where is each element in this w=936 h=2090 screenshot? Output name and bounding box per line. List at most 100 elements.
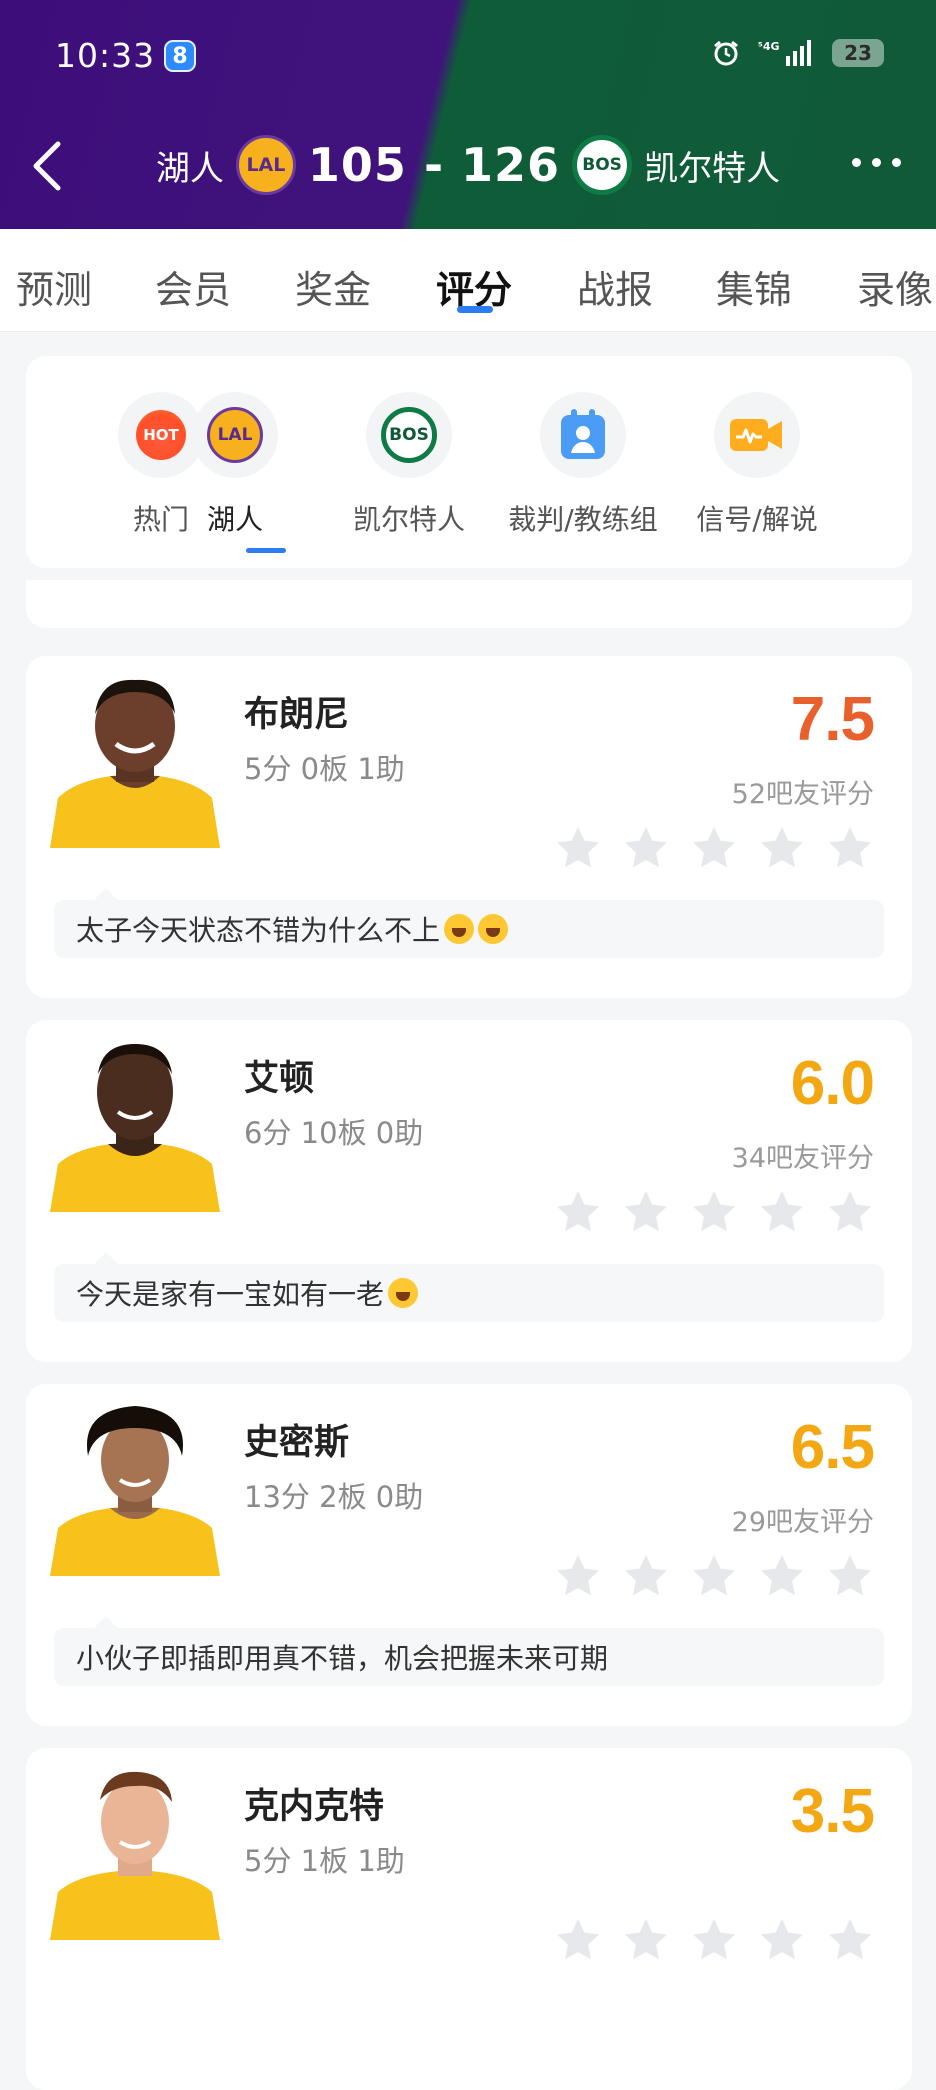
player-photo (50, 1044, 220, 1212)
star-icon[interactable] (622, 1552, 670, 1600)
alarm-icon (714, 40, 738, 66)
collapsed-card (26, 580, 912, 628)
star-icon[interactable] (826, 824, 874, 872)
player-rating: 6.0 (790, 1049, 875, 1118)
subnav-label: 湖人 (206, 503, 263, 536)
star-icon[interactable] (826, 1916, 874, 1964)
player-avatar (50, 1770, 220, 1940)
star-icon[interactable] (758, 1916, 806, 1964)
star-icon[interactable] (554, 824, 602, 872)
star-icon[interactable] (622, 824, 670, 872)
more-dot-icon (892, 157, 901, 167)
team-filter-bar: HOT 热门 LAL 湖人 BOS 凯尔特人 裁判/教练组 信号/解说 (26, 356, 912, 568)
player-name: 史密斯 (244, 1423, 350, 1463)
star-rating-input[interactable] (554, 824, 874, 872)
player-avatar (50, 1042, 220, 1212)
top-comment: 太子今天状态不错为什么不上 (54, 888, 884, 958)
player-photo (50, 679, 220, 848)
more-options-button[interactable] (852, 150, 908, 174)
signal-icon: ⁵4G (758, 40, 811, 66)
star-icon[interactable] (622, 1916, 670, 1964)
star-icon[interactable] (758, 1188, 806, 1236)
crying-emoji-icon (444, 914, 475, 944)
player-name: 艾顿 (244, 1059, 315, 1099)
player-rating-card[interactable]: 布朗尼 5分 0板 1助 7.5 52吧友评分 太子今天状态不错为什么不上 (26, 656, 912, 998)
star-icon[interactable] (826, 1552, 874, 1600)
star-icon[interactable] (622, 1188, 670, 1236)
player-rating: 6.5 (790, 1413, 875, 1482)
tab-replay[interactable]: 录像 (857, 259, 933, 314)
tab-report[interactable]: 战报 (577, 259, 653, 314)
lakers-logo: LAL (235, 135, 296, 195)
star-icon[interactable] (690, 1552, 738, 1600)
star-icon[interactable] (690, 1916, 738, 1964)
player-avatar (50, 678, 220, 848)
star-icon[interactable] (758, 824, 806, 872)
scoreboard: 湖人 LAL 105 - 126 BOS 凯尔特人 (0, 128, 936, 202)
player-rating-card[interactable]: 克内克特 5分 1板 1助 3.5 (26, 1748, 912, 2090)
tab-membership[interactable]: 会员 (155, 259, 231, 314)
celtics-logo: BOS (572, 135, 633, 195)
game-header: 10:33 8 ⁵4G 23 湖人 LAL 105 - 126 BOS 凯尔特人 (0, 0, 936, 229)
star-icon[interactable] (826, 1188, 874, 1236)
comment-text: 今天是家有一宝如有一老 (76, 1278, 385, 1311)
comment-text: 太子今天状态不错为什么不上 (76, 914, 441, 947)
star-rating-input[interactable] (554, 1552, 874, 1600)
celtics-icon-wrap: BOS (366, 392, 452, 478)
player-stats: 5分 1板 1助 (244, 1844, 405, 1878)
top-comment: 小伙子即插即用真不错，机会把握未来可期 (54, 1616, 884, 1686)
tab-bar: 预测 会员 奖金 评分 战报 集锦 录像 (0, 229, 936, 332)
star-icon[interactable] (554, 1552, 602, 1600)
subnav-lakers[interactable]: LAL 湖人 (150, 392, 320, 542)
status-time: 10:33 (55, 36, 156, 75)
subnav-signal[interactable]: 信号/解说 (672, 392, 842, 542)
player-photo (50, 1771, 220, 1940)
player-name: 布朗尼 (244, 695, 350, 735)
tab-prediction[interactable]: 预测 (16, 259, 92, 314)
battery-indicator: 23 (832, 39, 884, 67)
lakers-icon-wrap: LAL (192, 392, 278, 478)
active-subnav-indicator (246, 548, 286, 553)
notification-badge: 8 (164, 40, 196, 72)
player-name: 克内克特 (244, 1787, 385, 1827)
star-rating-input[interactable] (554, 1916, 874, 1964)
comment-text: 小伙子即插即用真不错，机会把握未来可期 (76, 1642, 609, 1675)
referee-icon-wrap (540, 392, 626, 478)
crying-emoji-icon (388, 1278, 419, 1308)
svg-text:⁵4G: ⁵4G (758, 40, 780, 53)
star-rating-input[interactable] (554, 1188, 874, 1236)
game-score: 105 - 126 (307, 138, 561, 192)
video-icon-wrap (714, 392, 800, 478)
subnav-referee[interactable]: 裁判/教练组 (498, 392, 668, 542)
home-team-name: 湖人 (155, 148, 224, 189)
subnav-label: 裁判/教练组 (508, 503, 658, 536)
top-comment: 今天是家有一宝如有一老 (54, 1252, 884, 1322)
more-dot-icon (872, 157, 881, 167)
video-icon (730, 419, 782, 451)
star-icon[interactable] (690, 1188, 738, 1236)
player-avatar (50, 1406, 220, 1576)
player-rating-card[interactable]: 史密斯 13分 2板 0助 6.5 29吧友评分 小伙子即插即用真不错，机会把握… (26, 1384, 912, 1726)
tab-bonus[interactable]: 奖金 (295, 259, 371, 314)
star-icon[interactable] (690, 824, 738, 872)
star-icon[interactable] (758, 1552, 806, 1600)
player-stats: 13分 2板 0助 (244, 1480, 424, 1514)
rating-count: 29吧友评分 (731, 1507, 874, 1538)
subnav-celtics[interactable]: BOS 凯尔特人 (324, 392, 494, 542)
celtics-logo: BOS (381, 407, 437, 463)
player-photo (50, 1406, 220, 1576)
active-tab-indicator (457, 306, 493, 313)
player-rating-card[interactable]: 艾顿 6分 10板 0助 6.0 34吧友评分 今天是家有一宝如有一老 (26, 1020, 912, 1362)
star-icon[interactable] (554, 1188, 602, 1236)
player-stats: 5分 0板 1助 (244, 752, 405, 786)
player-rating: 3.5 (790, 1777, 875, 1846)
subnav-label: 信号/解说 (696, 503, 818, 536)
lakers-logo: LAL (207, 407, 263, 463)
more-dot-icon (852, 157, 861, 167)
away-team-name: 凯尔特人 (644, 148, 781, 189)
star-icon[interactable] (554, 1916, 602, 1964)
rating-count: 52吧友评分 (731, 779, 874, 810)
referee-icon (561, 409, 605, 459)
tab-highlights[interactable]: 集锦 (716, 259, 792, 314)
status-icons: ⁵4G 23 (712, 38, 884, 68)
